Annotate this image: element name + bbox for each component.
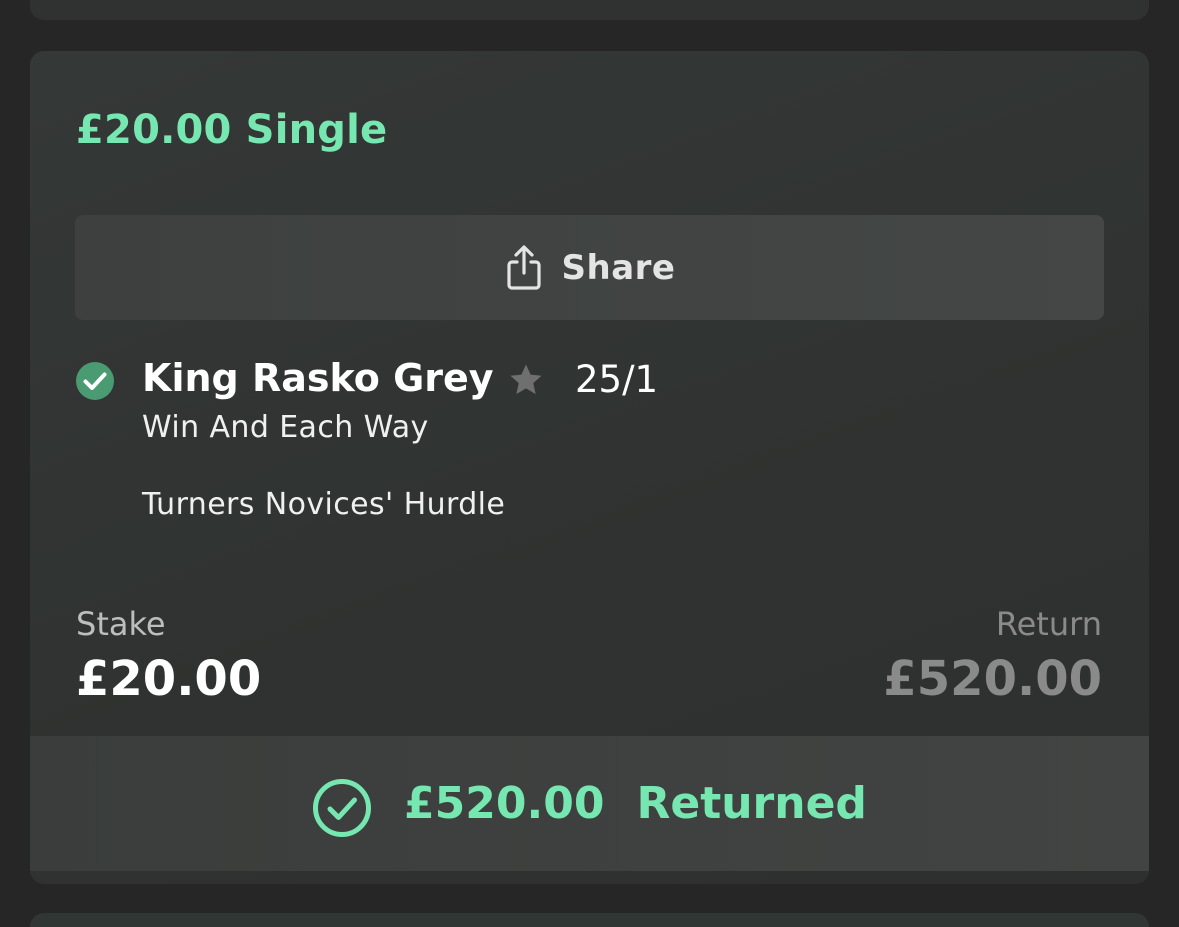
return-value: £520.00 [883, 651, 1102, 707]
returned-status-bar: £520.00 Returned [30, 736, 1149, 871]
next-bet-card[interactable] [30, 913, 1149, 927]
returned-label: Returned [636, 778, 867, 829]
stake-value: £20.00 [76, 651, 262, 707]
selection-name: King Rasko Grey [142, 356, 494, 400]
returned-amount: £520.00 [404, 778, 605, 829]
stake-label: Stake [76, 605, 166, 643]
share-label: Share [561, 247, 676, 288]
bet-title: £20.00 Single [76, 107, 388, 153]
return-label: Return [995, 605, 1102, 643]
check-circle-filled-icon [76, 362, 114, 400]
selection-event: Turners Novices' Hurdle [142, 487, 506, 522]
bet-card: £20.00 Single Share King Rasko Grey 25/1… [30, 51, 1149, 884]
selection-market: Win And Each Way [142, 410, 429, 445]
share-icon [506, 244, 541, 290]
selection-odds: 25/1 [575, 358, 659, 401]
bet-history-page: £20.00 Single Share King Rasko Grey 25/1… [0, 0, 1179, 927]
star-icon[interactable] [507, 361, 545, 399]
check-circle-outline-icon [313, 778, 372, 837]
share-button[interactable]: Share [75, 215, 1104, 320]
previous-bet-card[interactable] [30, 0, 1149, 20]
